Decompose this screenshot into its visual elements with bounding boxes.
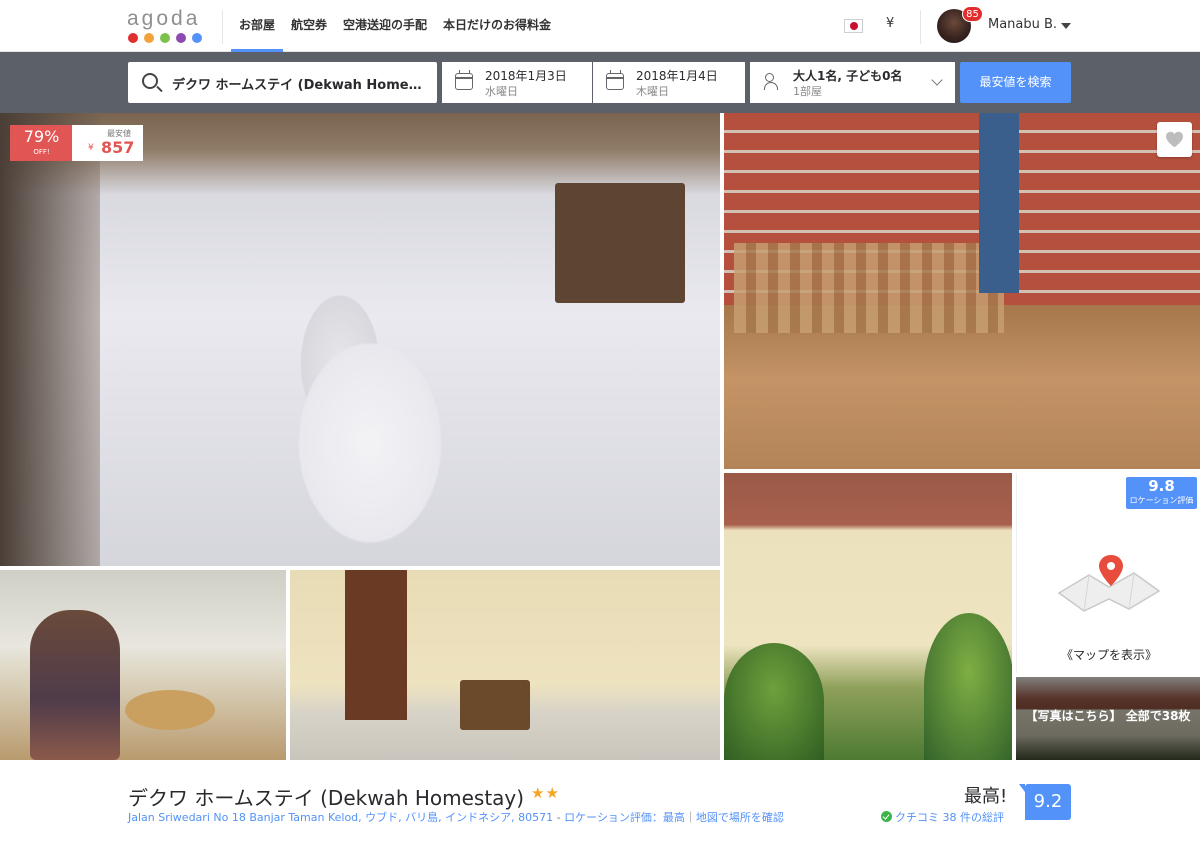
photo-dining-table[interactable] <box>724 113 1200 469</box>
nav-link-flights[interactable]: 航空券 <box>283 0 335 52</box>
logo-dot <box>192 33 202 43</box>
hotel-address: Jalan Sriwedari No 18 Banjar Taman Kelod… <box>128 811 554 824</box>
chevron-down-icon <box>931 74 943 86</box>
photo-bedroom[interactable] <box>0 113 720 566</box>
rating-word: 最高! <box>964 786 1008 807</box>
heart-icon <box>1166 131 1183 148</box>
calendar-checkout-icon <box>606 70 624 90</box>
hotel-name: デクワ ホームステイ (Dekwah Homestay) <box>128 786 525 810</box>
logo-dot <box>128 33 138 43</box>
occupancy-rooms: 1部屋 <box>793 85 822 98</box>
price-value: 857 <box>101 138 135 157</box>
checkin-weekday: 水曜日 <box>485 85 518 98</box>
top-navigation: agoda お部屋 航空券 空港送迎の手配 本日だけのお得料金 ¥ 85 Man… <box>0 0 1200 52</box>
calendar-checkin-icon <box>455 70 473 90</box>
check-circle-icon <box>881 811 892 822</box>
nav-link-daily-deals[interactable]: 本日だけのお得料金 <box>435 0 559 52</box>
location-rating-link[interactable]: ロケーション評価：最高 <box>564 811 685 824</box>
nav-link-airport-transfer[interactable]: 空港送迎の手配 <box>335 0 435 52</box>
show-map-link[interactable]: 《マップを表示》 <box>1017 646 1200 663</box>
user-name[interactable]: Manabu B. <box>988 17 1057 32</box>
japan-flag-icon[interactable] <box>844 19 863 33</box>
map-pin-icon <box>1057 555 1161 612</box>
view-map-link[interactable]: 地図で場所を確認 <box>696 811 784 824</box>
search-icon <box>142 73 158 89</box>
destination-value[interactable]: デクワ ホームステイ (Dekwah Homestay) <box>172 74 426 93</box>
logo-wordmark: agoda <box>127 7 201 30</box>
review-score-badge: 9.2 <box>1019 784 1071 820</box>
lowest-price-box: 最安値 ¥ 857 <box>72 125 143 161</box>
occupancy-field[interactable]: 大人1名, 子ども0名 1部屋 <box>750 62 955 103</box>
search-button[interactable]: 最安値を検索 <box>960 62 1071 103</box>
location-score: 9.8 <box>1148 477 1175 495</box>
map-panel[interactable]: 9.8 ロケーション評価 《マップを表示》 <box>1016 473 1200 673</box>
notification-badge[interactable]: 85 <box>962 6 983 22</box>
nav-divider <box>920 10 921 44</box>
chevron-down-icon[interactable] <box>1061 23 1071 29</box>
photo-garden[interactable] <box>724 473 1012 760</box>
favorite-button[interactable] <box>1157 122 1192 157</box>
destination-field[interactable]: デクワ ホームステイ (Dekwah Homestay) <box>128 62 437 103</box>
discount-percent: 79% <box>23 127 60 146</box>
nav-links: お部屋 航空券 空港送迎の手配 本日だけのお得料金 <box>231 0 559 52</box>
logo-dot <box>176 33 186 43</box>
occupancy-guests: 大人1名, 子ども0名 <box>793 69 903 83</box>
checkout-field[interactable]: 2018年1月4日 木曜日 <box>593 62 745 103</box>
discount-off-label: OFF! <box>33 148 50 156</box>
search-bar: デクワ ホームステイ (Dekwah Homestay) 2018年1月3日 水… <box>0 52 1200 113</box>
review-summary-link[interactable]: クチコミ 38 件の総評 <box>881 809 1004 825</box>
all-photos-link[interactable]: 【写真はこちら】 全部で38枚 <box>1016 707 1200 724</box>
discount-badge: 79% OFF! <box>10 125 73 161</box>
location-score-label: ロケーション評価 <box>1129 496 1194 505</box>
checkout-date: 2018年1月4日 <box>636 69 718 83</box>
address-separator: - <box>553 811 565 824</box>
price-currency: ¥ <box>88 143 94 153</box>
link-separator: ｜ <box>684 811 696 824</box>
agoda-logo[interactable]: agoda <box>127 8 207 44</box>
star-rating: ★★ <box>531 784 560 802</box>
logo-dot <box>144 33 154 43</box>
nav-divider <box>222 10 223 44</box>
nav-link-rooms[interactable]: お部屋 <box>231 0 284 52</box>
people-icon <box>764 73 782 90</box>
logo-dots <box>128 33 202 43</box>
checkout-weekday: 木曜日 <box>636 85 669 98</box>
photo-offering-weaving[interactable] <box>0 570 286 760</box>
checkin-date: 2018年1月3日 <box>485 69 567 83</box>
currency-selector[interactable]: ¥ <box>886 16 894 31</box>
hotel-address-line: Jalan Sriwedari No 18 Banjar Taman Kelod… <box>128 809 784 825</box>
logo-dot <box>160 33 170 43</box>
review-count-text[interactable]: クチコミ 38 件の総評 <box>895 811 1004 824</box>
photo-terrace[interactable] <box>290 570 720 760</box>
hotel-summary: デクワ ホームステイ (Dekwah Homestay) ★★ Jalan Sr… <box>0 764 1200 844</box>
location-score-badge: 9.8 ロケーション評価 <box>1126 477 1197 509</box>
checkin-field[interactable]: 2018年1月3日 水曜日 <box>442 62 592 103</box>
